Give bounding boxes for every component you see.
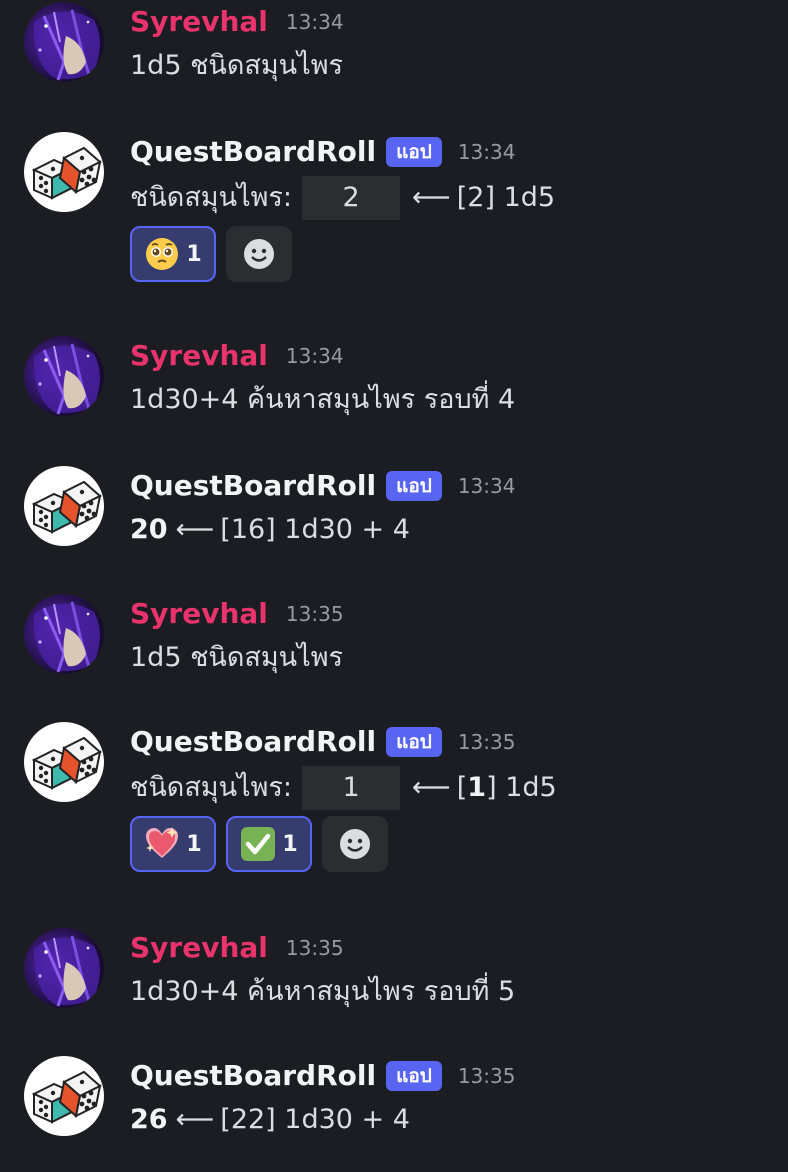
message-content: ชนิดสมุนไพร: 2 ⟵ [2] 1d5 xyxy=(130,176,555,220)
app-tag: แอป xyxy=(386,137,442,167)
roll-detail: [16] 1d30 + 4 xyxy=(220,514,410,545)
reaction-button[interactable]: 1 xyxy=(130,816,216,872)
roll-detail-close: ] 1d5 xyxy=(486,772,557,803)
roll-detail: [22] 1d30 + 4 xyxy=(220,1104,410,1135)
reaction-button[interactable]: 1 xyxy=(226,816,312,872)
avatar[interactable] xyxy=(24,594,104,674)
message-header: QuestBoardRoll แอป 13:34 xyxy=(130,132,515,172)
timestamp[interactable]: 13:34 xyxy=(458,140,516,164)
message-header: Syrevhal 13:35 xyxy=(130,594,344,634)
author-name[interactable]: QuestBoardRoll xyxy=(130,466,376,506)
add-reaction-button[interactable] xyxy=(322,816,388,872)
avatar[interactable] xyxy=(24,336,104,416)
message-content: 26 ⟵ [22] 1d30 + 4 xyxy=(130,1100,410,1140)
avatar[interactable] xyxy=(24,466,104,546)
message-header: QuestBoardRoll แอป 13:34 xyxy=(130,466,515,506)
add-reaction-button[interactable] xyxy=(226,226,292,282)
avatar[interactable] xyxy=(24,2,104,82)
message-content: 1d30+4 ค้นหาสมุนไพร รอบที่ 5 xyxy=(130,976,516,1007)
avatar[interactable] xyxy=(24,132,104,212)
roll-detail-bold: 1 xyxy=(467,772,487,803)
author-name[interactable]: Syrevhal xyxy=(130,2,268,42)
timestamp[interactable]: 13:34 xyxy=(286,10,344,34)
reaction-count: 1 xyxy=(186,241,202,267)
author-name[interactable]: Syrevhal xyxy=(130,336,268,376)
reaction-count: 1 xyxy=(186,831,202,857)
app-tag: แอป xyxy=(386,471,442,501)
reaction-count: 1 xyxy=(282,831,298,857)
arrow-icon: ⟵ xyxy=(175,1104,215,1135)
roll-total: 20 xyxy=(130,514,168,545)
roll-result: 1 xyxy=(302,766,401,810)
reaction-button[interactable]: 1 xyxy=(130,226,216,282)
check-mark-button-icon xyxy=(241,827,276,861)
roll-label: ชนิดสมุนไพร: xyxy=(130,182,293,213)
message-header: Syrevhal 13:34 xyxy=(130,336,344,376)
author-name[interactable]: QuestBoardRoll xyxy=(130,1056,376,1096)
timestamp[interactable]: 13:34 xyxy=(458,474,516,498)
arrow-icon: ⟵ xyxy=(412,772,451,803)
smiley-icon xyxy=(340,829,370,859)
roll-label: ชนิดสมุนไพร: xyxy=(130,772,293,803)
message-header: Syrevhal 13:34 xyxy=(130,2,344,42)
roll-result: 2 xyxy=(302,176,401,220)
message-header: QuestBoardRoll แอป 13:35 xyxy=(130,722,515,762)
app-tag: แอป xyxy=(386,1061,442,1091)
roll-total: 26 xyxy=(130,1104,168,1135)
timestamp[interactable]: 13:35 xyxy=(286,936,344,960)
pleading-face-icon xyxy=(146,238,179,270)
message-content: 1d5 ชนิดสมุนไพร xyxy=(130,50,344,81)
smiley-icon xyxy=(244,239,274,269)
message-header: Syrevhal 13:35 xyxy=(130,928,344,968)
message-content: ชนิดสมุนไพร: 1 ⟵ [1] 1d5 xyxy=(130,766,557,810)
timestamp[interactable]: 13:35 xyxy=(286,602,344,626)
reactions: 1 xyxy=(130,226,302,282)
timestamp[interactable]: 13:34 xyxy=(286,344,344,368)
avatar[interactable] xyxy=(24,722,104,802)
avatar[interactable] xyxy=(24,928,104,1008)
avatar[interactable] xyxy=(24,1056,104,1136)
author-name[interactable]: Syrevhal xyxy=(130,928,268,968)
app-tag: แอป xyxy=(386,727,442,757)
reactions: 1 1 xyxy=(130,816,398,872)
arrow-icon: ⟵ xyxy=(175,514,215,545)
message-content: 1d5 ชนิดสมุนไพร xyxy=(130,642,344,673)
author-name[interactable]: Syrevhal xyxy=(130,594,268,634)
arrow-icon: ⟵ xyxy=(412,182,451,213)
roll-detail: [2] 1d5 xyxy=(456,182,556,213)
author-name[interactable]: QuestBoardRoll xyxy=(130,722,376,762)
message-header: QuestBoardRoll แอป 13:35 xyxy=(130,1056,515,1096)
timestamp[interactable]: 13:35 xyxy=(458,1064,516,1088)
author-name[interactable]: QuestBoardRoll xyxy=(130,132,376,172)
message-content: 1d30+4 ค้นหาสมุนไพร รอบที่ 4 xyxy=(130,384,516,415)
sparkling-heart-icon xyxy=(146,827,179,858)
message-content: 20 ⟵ [16] 1d30 + 4 xyxy=(130,510,410,550)
roll-detail-open: [ xyxy=(456,772,468,803)
timestamp[interactable]: 13:35 xyxy=(458,730,516,754)
